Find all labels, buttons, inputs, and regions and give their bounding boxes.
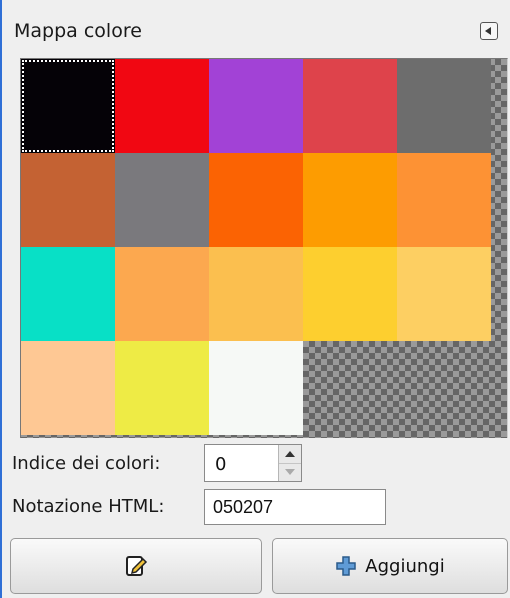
add-color-button[interactable]: Aggiungi [272, 538, 508, 594]
spin-down-icon[interactable] [279, 463, 301, 481]
add-button-label: Aggiungi [365, 555, 445, 577]
color-swatch[interactable] [21, 153, 115, 247]
color-swatch[interactable] [21, 247, 115, 341]
swatch-grid [21, 59, 491, 435]
color-swatch[interactable] [303, 247, 397, 341]
spin-up-icon[interactable] [279, 445, 301, 464]
color-swatch[interactable] [397, 247, 491, 341]
html-notation-field[interactable] [204, 489, 386, 525]
color-swatch[interactable] [21, 341, 115, 435]
color-swatch[interactable] [397, 153, 491, 247]
colormap-dock: Mappa colore Indice dei colori: 0 Notazi… [0, 0, 510, 598]
dock-header: Mappa colore [4, 8, 508, 54]
edit-color-icon [126, 556, 148, 576]
dock-title: Mappa colore [14, 20, 142, 42]
color-swatch[interactable] [21, 59, 115, 153]
color-swatch[interactable] [209, 247, 303, 341]
color-swatch[interactable] [303, 153, 397, 247]
color-swatch[interactable] [209, 341, 303, 435]
color-swatch[interactable] [209, 59, 303, 153]
color-swatch[interactable] [115, 247, 209, 341]
color-swatch[interactable] [115, 59, 209, 153]
color-swatch[interactable] [209, 153, 303, 247]
add-icon [336, 556, 357, 576]
color-swatch[interactable] [115, 341, 209, 435]
edit-color-button[interactable] [10, 538, 262, 594]
color-index-value[interactable]: 0 [215, 454, 226, 475]
color-swatch[interactable] [303, 59, 397, 153]
color-index-label: Indice dei colori: [12, 453, 161, 474]
color-index-spinbox[interactable]: 0 [204, 444, 302, 482]
color-swatch[interactable] [115, 153, 209, 247]
html-notation-label: Notazione HTML: [12, 496, 165, 517]
colormap-view[interactable] [20, 58, 508, 438]
tab-menu-icon[interactable] [480, 22, 498, 40]
spin-buttons [278, 445, 301, 481]
color-swatch[interactable] [397, 59, 491, 153]
